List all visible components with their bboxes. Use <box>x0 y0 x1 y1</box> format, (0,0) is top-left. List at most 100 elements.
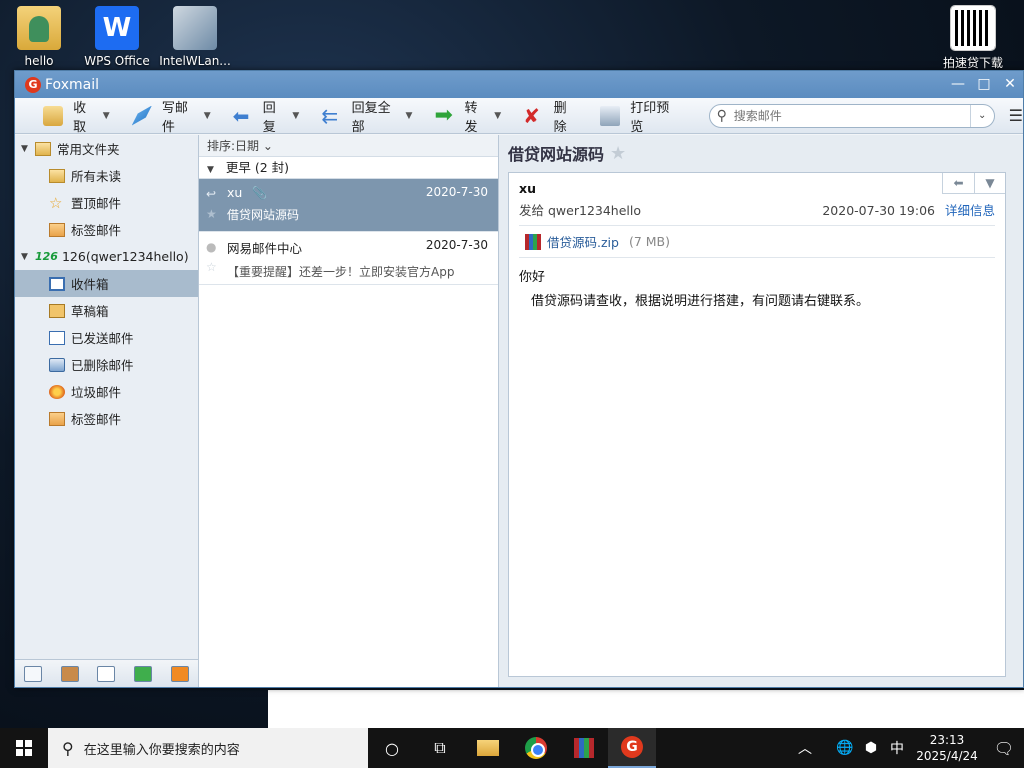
folder-deleted[interactable]: 已删除邮件 <box>15 351 198 378</box>
taskbar-foxmail[interactable]: G <box>608 728 656 768</box>
folder-sent[interactable]: 已发送邮件 <box>15 324 198 351</box>
folder-all-unread[interactable]: 所有未读 <box>15 162 198 189</box>
folder-group-common[interactable]: ▼ 常用文件夹 <box>15 135 198 162</box>
taskbar-search[interactable]: ⚲ 在这里输入你要搜索的内容 <box>48 728 368 768</box>
contacts-module-icon[interactable] <box>60 665 79 682</box>
desktop-icon-label: hello <box>24 54 54 68</box>
folder-junk[interactable]: 垃圾邮件 <box>15 378 198 405</box>
search-box: ⚲ ⌄ <box>708 103 995 128</box>
chrome-icon <box>525 737 547 759</box>
mail-list-item[interactable]: ↩ ★ xu 📎 2020-7-30 借贷网站源码 <box>199 179 498 232</box>
notes-module-icon[interactable] <box>134 665 153 682</box>
forward-button[interactable]: ➡ 转发 ▼ <box>426 101 509 135</box>
title-bar[interactable]: G Foxmail — □ ✕ <box>15 71 1023 98</box>
account-126[interactable]: ▼ 126 126(qwer1234hello) <box>15 243 198 270</box>
file-explorer-icon <box>477 740 499 756</box>
folder-tagged-common[interactable]: 标签邮件 <box>15 216 198 243</box>
desktop-icon-intelwlan[interactable]: IntelWLan... <box>158 6 232 68</box>
more-actions-chevron-icon[interactable]: ▼ <box>974 173 1005 193</box>
cube-app-icon[interactable]: ⬢ <box>858 740 884 756</box>
search-input[interactable] <box>733 108 970 123</box>
delete-button[interactable]: ✘ 删除 <box>515 101 586 135</box>
desktop-icon-paisudai[interactable]: 拍速贷下载 <box>936 5 1010 71</box>
mail-group-header[interactable]: ▼ 更早 (2 封) <box>199 157 498 179</box>
mail-subject: 【重要提醒】还差一步！立即安装官方App <box>227 265 455 279</box>
folder-label: 标签邮件 <box>71 412 122 427</box>
expand-triangle-icon[interactable]: ▼ <box>207 165 214 175</box>
search-options-dropdown[interactable]: ⌄ <box>969 104 994 127</box>
taskbar-chrome[interactable] <box>512 728 560 768</box>
sort-selector[interactable]: 排序:日期 ⌄ <box>199 135 498 157</box>
chevron-up-icon[interactable]: ︿ <box>792 738 818 758</box>
expand-triangle-icon[interactable]: ▼ <box>21 252 35 262</box>
chevron-down-icon[interactable]: ▼ <box>204 111 211 121</box>
rss-module-icon[interactable] <box>170 665 189 682</box>
group-label: 更早 (2 封) <box>225 160 290 175</box>
taskbar-winrar[interactable] <box>560 728 608 768</box>
maximize-button[interactable]: □ <box>971 71 997 98</box>
chevron-down-icon[interactable]: ▼ <box>494 111 501 121</box>
desktop-icon-wps[interactable]: W WPS Office <box>80 6 154 68</box>
compose-button[interactable]: 写邮件 ▼ <box>124 101 219 135</box>
close-button[interactable]: ✕ <box>997 71 1023 98</box>
network-globe-icon[interactable]: 🌐 <box>832 740 858 756</box>
to-address[interactable]: qwer1234hello <box>548 203 641 218</box>
forward-arrow-icon: ➡ <box>434 102 453 128</box>
folder-icon <box>49 168 65 183</box>
folder-pinned[interactable]: ☆ 置顶邮件 <box>15 189 198 216</box>
reply-arrow-icon: ⬅ <box>232 103 250 128</box>
account-label: 126(qwer1234hello) <box>61 249 189 264</box>
wps-icon: W <box>95 6 139 50</box>
taskbar-explorer[interactable] <box>464 728 512 768</box>
sort-label: 排序:日期 <box>207 139 260 153</box>
folder-label: 标签邮件 <box>71 223 122 238</box>
details-link[interactable]: 详细信息 <box>945 203 995 218</box>
mail-date: 2020-7-30 <box>425 238 488 252</box>
message-body: 你好 借贷源码请查收，根据说明进行搭建，有问题请右键联系。 <box>519 258 995 314</box>
print-preview-button[interactable]: 打印预览 <box>592 101 687 135</box>
attachment-clip-icon: 📎 <box>252 186 268 200</box>
account-126-icon: 126 <box>35 250 58 263</box>
foxmail-window: G Foxmail — □ ✕ 收取 ▼ 写邮件 ▼ ⬅ 回复 ▼ ⇇ 回复全部… <box>14 70 1024 688</box>
quick-reply-icon[interactable]: ⬅ <box>943 173 974 193</box>
attachment-row[interactable]: 借贷源码.zip (7 MB) <box>519 226 995 258</box>
drafts-icon <box>49 303 65 318</box>
preview-sender: xu <box>519 181 536 196</box>
folder-inbox[interactable]: 收件箱 <box>15 270 198 297</box>
star-icon[interactable]: ☆ <box>206 260 217 274</box>
search-icon: ⚲ <box>716 107 727 124</box>
notification-icon[interactable]: 🗨 <box>984 739 1024 758</box>
minimize-button[interactable]: — <box>945 71 971 98</box>
body-greeting: 你好 <box>519 270 546 285</box>
reply-all-label: 回复全部 <box>351 100 391 135</box>
chevron-down-icon[interactable]: ▼ <box>103 111 110 121</box>
folder-drafts[interactable]: 草稿箱 <box>15 297 198 324</box>
task-view-button[interactable]: ⧉ <box>416 728 464 768</box>
star-icon[interactable]: ★ <box>610 143 626 164</box>
toolbar: 收取 ▼ 写邮件 ▼ ⬅ 回复 ▼ ⇇ 回复全部 ▼ ➡ 转发 ▼ ✘ 删除 打… <box>15 98 1023 135</box>
folder-tagged-account[interactable]: 标签邮件 <box>15 405 198 432</box>
taskbar-search-placeholder: 在这里输入你要搜索的内容 <box>83 742 240 758</box>
desktop-icon-label: WPS Office <box>84 54 150 68</box>
mail-subject: 借贷网站源码 <box>227 208 300 222</box>
cortana-button[interactable]: ○ <box>368 728 416 768</box>
receive-button[interactable]: 收取 ▼ <box>35 101 118 135</box>
reply-all-button[interactable]: ⇇ 回复全部 ▼ <box>313 101 420 135</box>
star-icon[interactable]: ★ <box>206 207 217 221</box>
sent-icon <box>49 330 65 345</box>
calendar-module-icon[interactable] <box>97 665 116 682</box>
attachment-name[interactable]: 借贷源码.zip <box>547 232 619 251</box>
print-preview-label: 打印预览 <box>630 100 670 135</box>
reply-button[interactable]: ⬅ 回复 ▼ <box>225 101 308 135</box>
chevron-down-icon[interactable]: ▼ <box>292 111 299 121</box>
mail-list-item[interactable]: ● ☆ 网易邮件中心 2020-7-30 【重要提醒】还差一步！立即安装官方Ap… <box>199 232 498 285</box>
clock[interactable]: 23:13 2025/4/24 <box>910 732 984 764</box>
preview-title-bar: 借贷网站源码 ★ <box>508 135 1014 171</box>
start-button[interactable] <box>0 728 48 768</box>
mail-module-icon[interactable] <box>24 665 43 682</box>
chevron-down-icon[interactable]: ▼ <box>406 111 413 121</box>
desktop-icon-hello[interactable]: hello <box>2 6 76 68</box>
main-menu-icon[interactable]: ☰ <box>1009 106 1023 125</box>
expand-triangle-icon[interactable]: ▼ <box>21 144 35 154</box>
ime-indicator[interactable]: 中 <box>884 738 910 758</box>
